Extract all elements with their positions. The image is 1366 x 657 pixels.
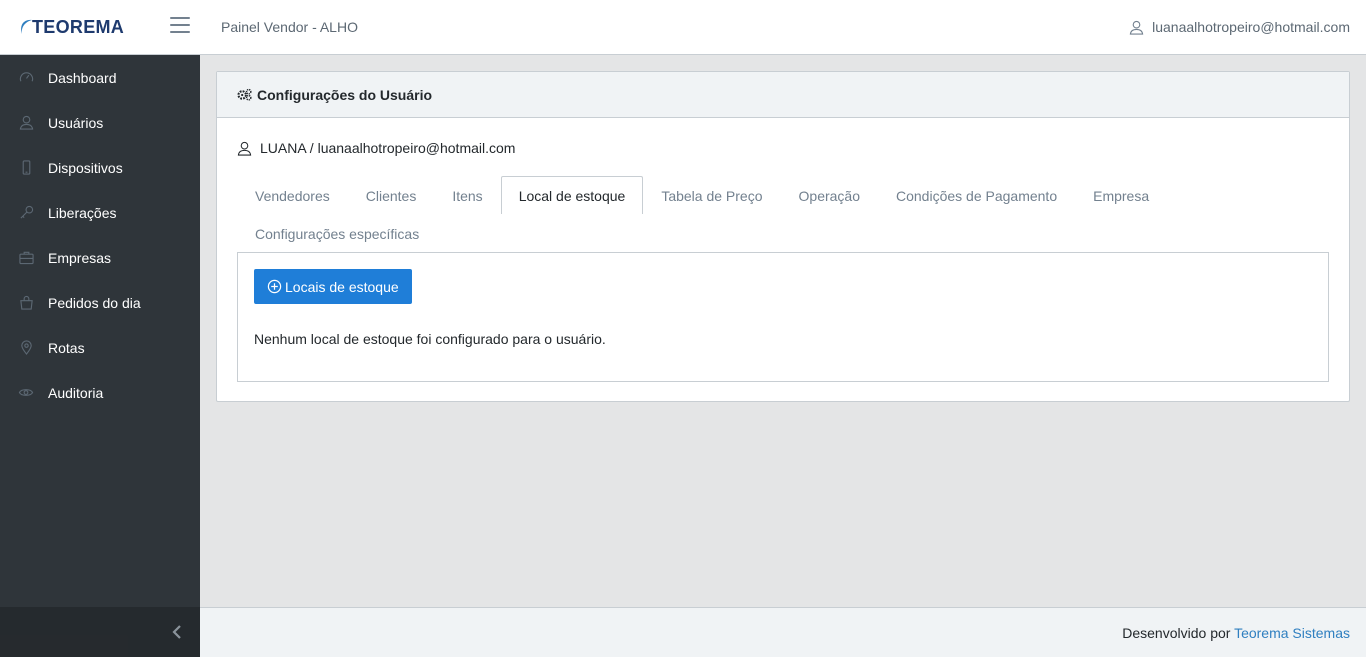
user-identity-text: LUANA / luanaalhotropeiro@hotmail.com [260, 140, 516, 156]
sidebar-item-rotas[interactable]: Rotas [0, 325, 200, 370]
sidebar-minimizer-button[interactable] [0, 607, 200, 657]
key-icon [18, 205, 34, 221]
add-button-label: Locais de estoque [285, 278, 399, 295]
footer: Desenvolvido por Teorema Sistemas [200, 607, 1366, 657]
user-settings-card: Configurações do Usuário LUANA / luanaal… [216, 71, 1350, 402]
tab-operacao[interactable]: Operação [781, 176, 878, 214]
top-header: TEOREMA Painel Vendor - ALHO luanaalhotr… [0, 0, 1366, 55]
chevron-left-icon [172, 625, 181, 639]
tab-panel-local-de-estoque: Locais de estoque Nenhum local de estoqu… [237, 252, 1329, 382]
user-email: luanaalhotropeiro@hotmail.com [1152, 19, 1350, 35]
user-identity: LUANA / luanaalhotropeiro@hotmail.com [237, 140, 515, 156]
main-content: Configurações do Usuário LUANA / luanaal… [200, 55, 1366, 607]
eye-icon [18, 385, 34, 401]
footer-credit: Desenvolvido por [1122, 625, 1231, 641]
sidebar-item-auditoria[interactable]: Auditoria [0, 370, 200, 415]
sidebar-item-liberacoes[interactable]: Liberações [0, 190, 200, 235]
user-icon [1129, 20, 1144, 35]
card-title: Configurações do Usuário [257, 86, 433, 103]
tab-configuracoes-especificas[interactable]: Configurações específicas [237, 214, 437, 252]
speedometer-icon [18, 70, 34, 86]
footer-text: Desenvolvido por Teorema Sistemas [1122, 625, 1350, 641]
settings-tabs: Vendedores Clientes Itens Local de estoq… [237, 176, 1329, 252]
sidebar-item-dispositivos[interactable]: Dispositivos [0, 145, 200, 190]
plus-circle-icon [267, 279, 282, 294]
add-stock-location-button[interactable]: Locais de estoque [254, 269, 412, 304]
hamburger-icon [170, 17, 190, 19]
sidebar-item-pedidos-do-dia[interactable]: Pedidos do dia [0, 280, 200, 325]
tab-local-de-estoque[interactable]: Local de estoque [500, 176, 644, 214]
briefcase-icon [18, 250, 34, 266]
sidebar-item-label: Rotas [48, 339, 85, 356]
sidebar-item-label: Pedidos do dia [48, 294, 141, 311]
sidebar-item-label: Empresas [48, 249, 112, 266]
location-pin-icon [18, 340, 34, 356]
phone-icon [18, 160, 34, 176]
sidebar-item-empresas[interactable]: Empresas [0, 235, 200, 280]
tab-empresa[interactable]: Empresa [1075, 176, 1167, 214]
tab-vendedores[interactable]: Vendedores [237, 176, 348, 214]
tab-clientes[interactable]: Clientes [348, 176, 435, 214]
sidebar: Dashboard Usuários Dispositivos Liberaçõ… [0, 55, 200, 657]
sidebar-item-label: Dashboard [48, 69, 117, 86]
user-icon [18, 115, 34, 131]
sidebar-item-label: Dispositivos [48, 159, 123, 176]
gears-icon [237, 88, 252, 101]
sidebar-item-label: Auditoria [48, 384, 104, 401]
sidebar-item-label: Liberações [48, 204, 117, 221]
empty-state-message: Nenhum local de estoque foi configurado … [254, 331, 606, 347]
bag-icon [18, 295, 34, 311]
tab-itens[interactable]: Itens [434, 176, 500, 214]
tab-condicoes-de-pagamento[interactable]: Condições de Pagamento [878, 176, 1075, 214]
user-menu[interactable]: luanaalhotropeiro@hotmail.com [1129, 19, 1350, 35]
tab-tabela-de-preco[interactable]: Tabela de Preço [643, 176, 780, 214]
user-icon [237, 141, 252, 156]
sidebar-toggle-button[interactable] [170, 17, 190, 35]
logo-text: TEOREMA [32, 16, 125, 37]
teorema-sistemas-link[interactable]: Teorema Sistemas [1234, 625, 1350, 641]
sidebar-item-label: Usuários [48, 114, 104, 131]
teorema-logo[interactable]: TEOREMA [18, 12, 140, 42]
app-title: Painel Vendor - ALHO [221, 19, 358, 35]
sidebar-item-usuarios[interactable]: Usuários [0, 100, 200, 145]
sidebar-item-dashboard[interactable]: Dashboard [0, 55, 200, 100]
card-header: Configurações do Usuário [217, 72, 1349, 118]
